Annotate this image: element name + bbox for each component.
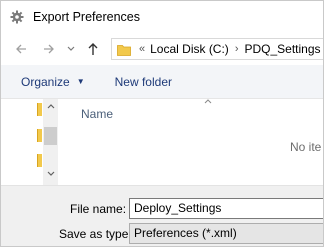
file-name-label: File name: bbox=[70, 202, 127, 216]
sort-ascending-icon bbox=[204, 96, 212, 106]
folder-icon[interactable] bbox=[37, 129, 42, 142]
save-as-type-select[interactable]: Preferences (*.xml) bbox=[129, 223, 323, 244]
column-header-name[interactable]: Name bbox=[81, 107, 113, 121]
arrow-left-icon[interactable] bbox=[11, 39, 31, 59]
gear-icon bbox=[9, 9, 25, 25]
scroll-thumb[interactable] bbox=[44, 127, 57, 145]
window-title: Export Preferences bbox=[33, 9, 140, 24]
save-form: File name: Deploy_Settings Save as type:… bbox=[1, 185, 323, 246]
navigation-scrollbar[interactable] bbox=[43, 99, 58, 185]
arrow-up-icon[interactable] bbox=[83, 39, 103, 59]
export-preferences-dialog: Export Preferences « Local Disk (C:) › P… bbox=[0, 0, 324, 247]
chevron-down-icon[interactable] bbox=[61, 39, 81, 59]
navigation-bar: « Local Disk (C:) › PDQ_Settings bbox=[1, 32, 323, 65]
chevron-up-icon[interactable] bbox=[43, 101, 58, 113]
empty-folder-message: No ite bbox=[290, 140, 322, 154]
folder-icon[interactable] bbox=[37, 154, 42, 167]
address-bar[interactable]: « Local Disk (C:) › PDQ_Settings bbox=[111, 38, 323, 60]
title-bar[interactable]: Export Preferences bbox=[1, 1, 323, 32]
address-segment-pdq-settings[interactable]: PDQ_Settings bbox=[244, 42, 320, 56]
file-list-pane[interactable]: Name No ite bbox=[59, 96, 323, 185]
organize-button[interactable]: Organize ▼ bbox=[21, 75, 85, 89]
address-overflow-icon[interactable]: « bbox=[139, 43, 145, 55]
command-toolbar: Organize ▼ New folder bbox=[1, 65, 323, 99]
new-folder-button[interactable]: New folder bbox=[115, 75, 172, 89]
address-separator[interactable]: › bbox=[235, 43, 239, 55]
arrow-right-icon[interactable] bbox=[39, 39, 59, 59]
folder-icon[interactable] bbox=[37, 103, 42, 116]
folder-icon bbox=[117, 44, 131, 56]
organize-label: Organize bbox=[21, 74, 70, 89]
chevron-down-icon[interactable] bbox=[43, 169, 58, 181]
file-name-input[interactable]: Deploy_Settings bbox=[129, 198, 323, 219]
save-as-type-label: Save as type: bbox=[59, 227, 132, 241]
address-segment-local-disk[interactable]: Local Disk (C:) bbox=[150, 42, 229, 56]
caret-down-icon: ▼ bbox=[76, 77, 85, 86]
